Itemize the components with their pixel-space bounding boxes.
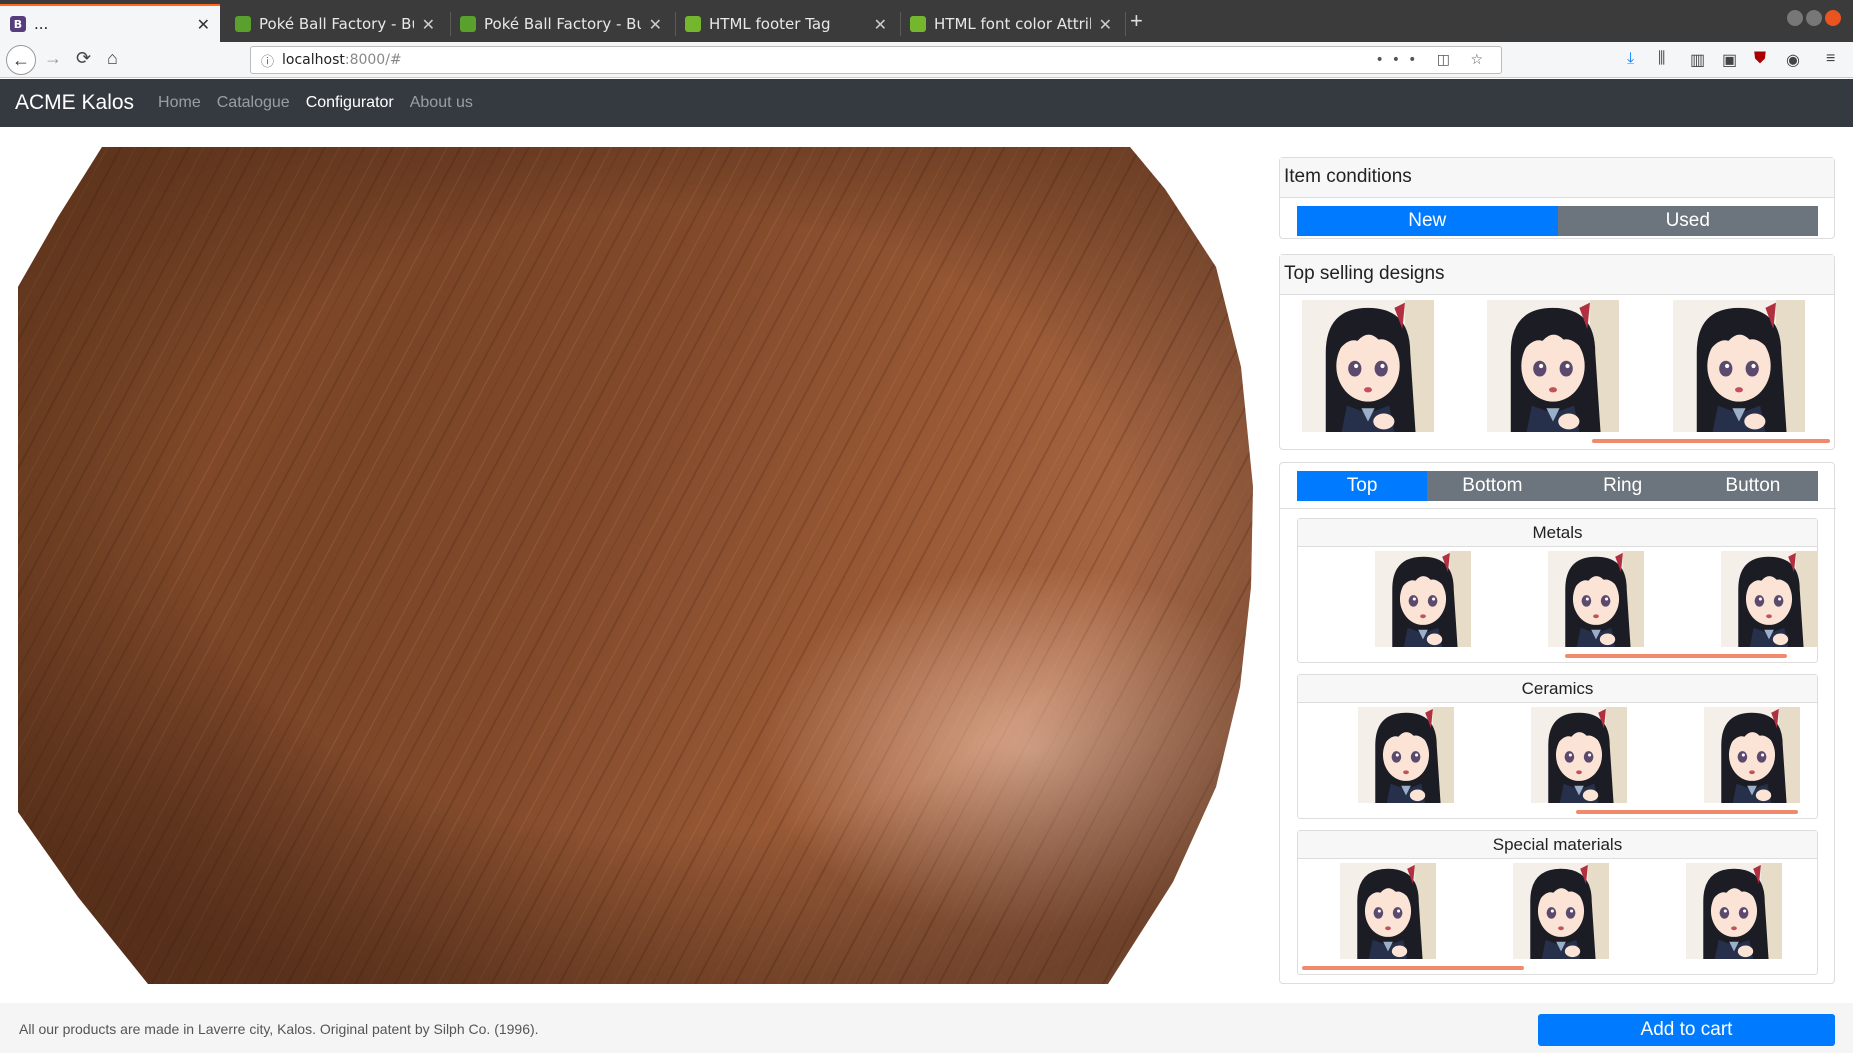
design-thumbnail[interactable] bbox=[1673, 300, 1805, 432]
close-tab-icon[interactable]: ✕ bbox=[649, 15, 662, 34]
special-materials-section: Special materials bbox=[1297, 830, 1818, 975]
browser-toolbar: ← → ⟳ ⌂ ⓘ localhost:8000/# ••• ◫ ☆ ⤓ ⫼ ▥… bbox=[0, 42, 1853, 78]
download-icon[interactable]: ⤓ bbox=[1627, 50, 1634, 68]
parts-card: Top Bottom Ring Button Metals Ceramics S… bbox=[1279, 462, 1836, 984]
bootstrap-favicon-icon: B bbox=[10, 16, 26, 32]
condition-toggle: New Used bbox=[1297, 206, 1818, 236]
browser-tab[interactable]: B ... ✕ bbox=[0, 4, 220, 42]
close-tab-icon[interactable]: ✕ bbox=[197, 15, 210, 34]
footer-text: All our products are made in Laverre cit… bbox=[19, 1021, 539, 1037]
brand-link[interactable]: ACME Kalos bbox=[15, 91, 134, 115]
tab-button[interactable]: Button bbox=[1687, 471, 1818, 501]
site-info-icon[interactable]: ⓘ bbox=[261, 51, 274, 70]
library-icon[interactable]: ⫼ bbox=[1658, 50, 1665, 68]
nav-catalogue[interactable]: Catalogue bbox=[217, 94, 290, 112]
address-bar[interactable]: ⓘ localhost:8000/# ••• ◫ ☆ bbox=[250, 46, 1502, 74]
special-materials-scroll-indicator[interactable] bbox=[1302, 966, 1524, 970]
design-thumbnail[interactable] bbox=[1487, 300, 1619, 432]
browser-tab[interactable]: Poké Ball Factory - Bulba ✕ bbox=[225, 6, 445, 42]
carousel-scroll-indicator[interactable] bbox=[1592, 439, 1830, 443]
top-selling-card: Top selling designs bbox=[1279, 254, 1835, 450]
nav-configurator[interactable]: Configurator bbox=[306, 94, 394, 112]
minimize-window-icon[interactable] bbox=[1787, 10, 1803, 26]
bulbapedia-favicon-icon bbox=[235, 16, 251, 32]
url-host: localhost bbox=[282, 52, 345, 68]
material-thumbnail[interactable] bbox=[1686, 863, 1782, 959]
ublock-icon[interactable]: ⛊ bbox=[1754, 50, 1766, 68]
tab-title: Poké Ball Factory - Bulba bbox=[259, 15, 414, 33]
ceramics-scroll-indicator[interactable] bbox=[1576, 810, 1798, 814]
special-materials-title: Special materials bbox=[1298, 831, 1817, 859]
part-tabs: Top Bottom Ring Button bbox=[1297, 471, 1818, 501]
close-window-icon[interactable] bbox=[1825, 10, 1841, 26]
tab-title: HTML footer Tag bbox=[709, 15, 831, 33]
tab-ring[interactable]: Ring bbox=[1557, 471, 1688, 501]
ceramics-section: Ceramics bbox=[1297, 674, 1818, 819]
close-tab-icon[interactable]: ✕ bbox=[1099, 15, 1112, 34]
close-tab-icon[interactable]: ✕ bbox=[422, 15, 435, 34]
material-thumbnail[interactable] bbox=[1531, 707, 1627, 803]
site-navbar: ACME Kalos Home Catalogue Configurator A… bbox=[0, 79, 1853, 127]
screenshot-icon[interactable]: ▣ bbox=[1722, 50, 1737, 70]
top-selling-carousel[interactable] bbox=[1280, 300, 1836, 440]
nav-home[interactable]: Home bbox=[158, 94, 201, 112]
tab-title: Poké Ball Factory - Bulba bbox=[484, 15, 641, 33]
w3schools-favicon-icon bbox=[910, 16, 926, 32]
url-rest: :8000/# bbox=[344, 52, 402, 68]
extension-icon[interactable]: ◉ bbox=[1786, 50, 1800, 70]
page-actions-icon[interactable]: ••• ◫ ☆ bbox=[1376, 52, 1491, 68]
browser-tab[interactable]: Poké Ball Factory - Bulba ✕ bbox=[450, 6, 672, 42]
material-thumbnail[interactable] bbox=[1375, 551, 1471, 647]
metals-section: Metals bbox=[1297, 518, 1818, 663]
material-thumbnail[interactable] bbox=[1721, 551, 1817, 647]
forward-arrow-icon[interactable]: → bbox=[44, 48, 62, 69]
add-to-cart-button[interactable]: Add to cart bbox=[1538, 1014, 1835, 1046]
maximize-window-icon[interactable] bbox=[1806, 10, 1822, 26]
nav-about-us[interactable]: About us bbox=[410, 94, 473, 112]
close-tab-icon[interactable]: ✕ bbox=[874, 15, 887, 34]
sidebar-icon[interactable]: ▥ bbox=[1690, 50, 1705, 70]
browser-tab-strip: B ... ✕ Poké Ball Factory - Bulba ✕ Poké… bbox=[0, 0, 1853, 42]
condition-used-button[interactable]: Used bbox=[1557, 206, 1818, 236]
menu-icon[interactable]: ≡ bbox=[1826, 50, 1835, 68]
back-arrow-icon[interactable]: ← bbox=[6, 45, 36, 75]
tab-title: ... bbox=[34, 15, 49, 33]
top-selling-title: Top selling designs bbox=[1280, 255, 1834, 295]
browser-tab[interactable]: HTML footer Tag ✕ bbox=[675, 6, 897, 42]
w3schools-favicon-icon bbox=[685, 16, 701, 32]
metals-title: Metals bbox=[1298, 519, 1817, 547]
material-thumbnail[interactable] bbox=[1340, 863, 1436, 959]
pokeball-3d-viewer[interactable] bbox=[18, 147, 1253, 984]
material-thumbnail[interactable] bbox=[1513, 863, 1609, 959]
material-thumbnail[interactable] bbox=[1358, 707, 1454, 803]
ceramics-title: Ceramics bbox=[1298, 675, 1817, 703]
item-conditions-title: Item conditions bbox=[1280, 158, 1834, 198]
reload-icon[interactable]: ⟳ bbox=[76, 48, 91, 69]
design-thumbnail[interactable] bbox=[1302, 300, 1434, 432]
tab-title: HTML font color Attribu bbox=[934, 15, 1091, 33]
bulbapedia-favicon-icon bbox=[460, 16, 476, 32]
new-tab-icon[interactable]: + bbox=[1130, 8, 1143, 34]
browser-tab[interactable]: HTML font color Attribu ✕ bbox=[900, 6, 1122, 42]
metals-scroll-indicator[interactable] bbox=[1565, 654, 1787, 658]
material-thumbnail[interactable] bbox=[1548, 551, 1644, 647]
tab-bottom[interactable]: Bottom bbox=[1427, 471, 1558, 501]
home-icon[interactable]: ⌂ bbox=[107, 48, 118, 69]
condition-new-button[interactable]: New bbox=[1297, 206, 1558, 236]
material-thumbnail[interactable] bbox=[1704, 707, 1800, 803]
tab-top[interactable]: Top bbox=[1297, 471, 1428, 501]
item-conditions-card: Item conditions New Used bbox=[1279, 157, 1835, 239]
